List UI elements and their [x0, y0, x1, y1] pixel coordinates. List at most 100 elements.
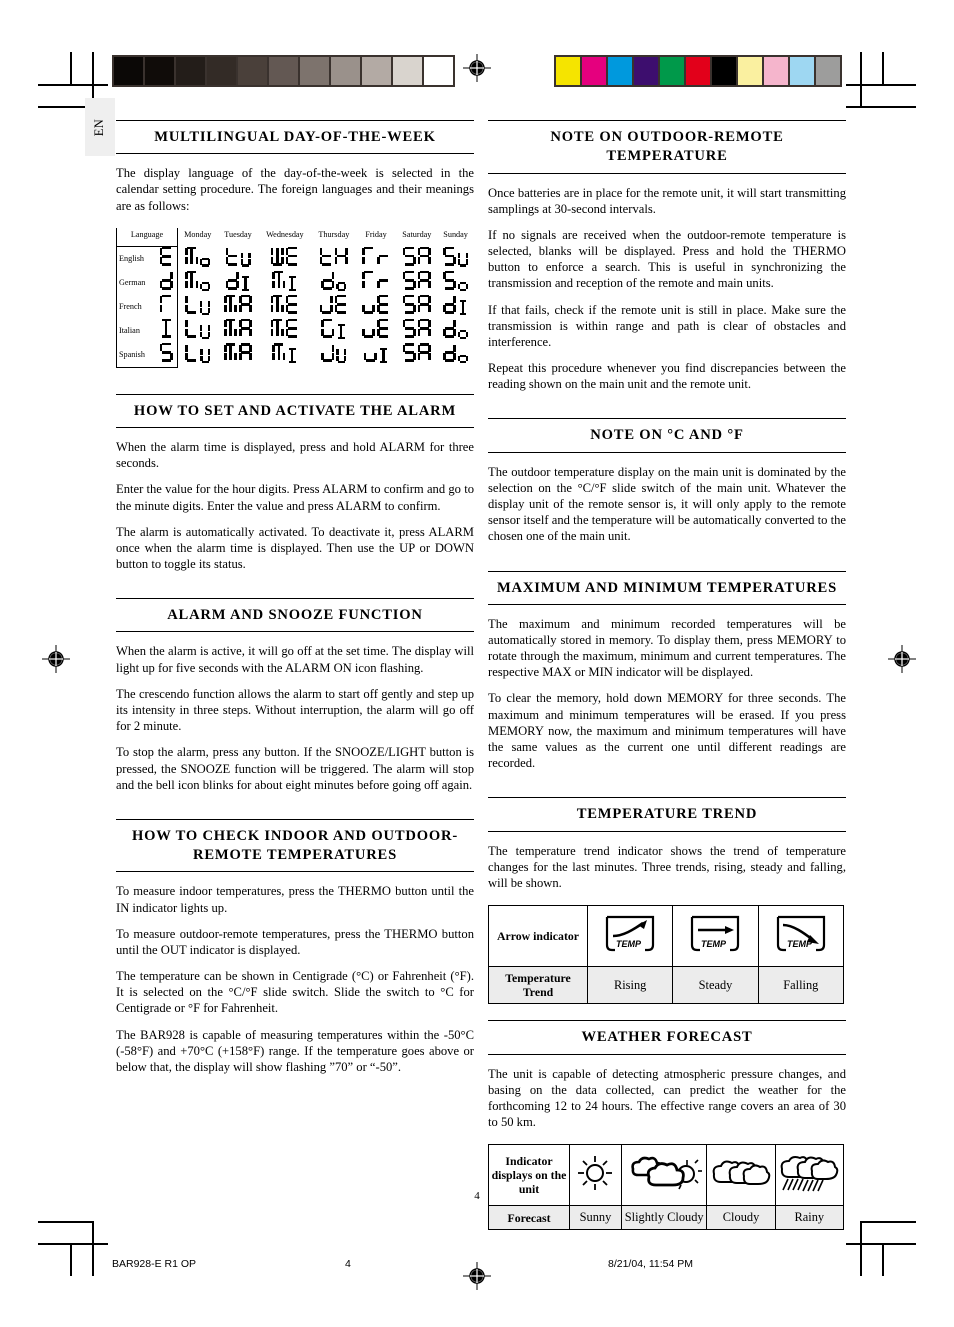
lcd-segment-char [270, 318, 284, 338]
paragraph: The BAR928 is capable of measuring tempe… [116, 1027, 474, 1074]
lcd-day-text [319, 247, 348, 266]
day-abbreviation-cell [356, 246, 396, 271]
lcd-segment-char [458, 324, 469, 339]
gray-swatch [393, 57, 424, 85]
lcd-segment-char [225, 247, 239, 266]
day-abbreviation-cell [396, 318, 438, 343]
section-heading-note-outdoor-remote: NOTE ON OUTDOOR-REMOTE TEMPERATURE [488, 120, 846, 174]
lcd-segment-char [224, 343, 237, 362]
day-abbreviation-cell [356, 343, 396, 368]
lcd-segment-char [160, 318, 173, 338]
trend-row-header: Arrow indicator [488, 905, 588, 968]
lcd-day-text [225, 271, 251, 291]
lcd-day-text [443, 270, 469, 291]
day-abbreviation-cell [218, 318, 258, 343]
registration-mark-bottom [463, 1262, 491, 1290]
color-swatch [608, 57, 634, 85]
day-abbreviation-cell [312, 246, 356, 271]
lcd-day-text [270, 294, 299, 314]
language-tab-label: EN [92, 118, 107, 136]
lcd-day-text [270, 318, 299, 338]
lcd-segment-char [458, 299, 468, 315]
language-name: German [116, 270, 155, 295]
table-row: Forecast Sunny Slightly Cloudy Cloudy Ra… [488, 1205, 845, 1231]
trend-icon-cell: TEMP [757, 905, 845, 968]
footer-timestamp: 8/21/04, 11:54 PM [608, 1258, 694, 1270]
lcd-segment-char [402, 294, 416, 314]
column-header: Tuesday [224, 230, 252, 240]
lcd-segment-char [336, 323, 346, 339]
day-abbreviation-cell [438, 319, 474, 343]
day-abbreviation-cell [312, 343, 356, 368]
language-code-lcd [155, 342, 178, 368]
lcd-segment-char [363, 343, 377, 363]
gray-swatch [207, 57, 238, 85]
language-code-lcd [155, 318, 178, 343]
lcd-segment-char [239, 294, 252, 314]
lcd-day-text [321, 271, 347, 291]
color-swatch [582, 57, 608, 85]
paragraph: The unit is capable of detecting atmosph… [488, 1066, 846, 1130]
day-abbreviation-cell [258, 318, 312, 343]
trend-label: Rising [586, 966, 674, 1005]
gray-swatch [331, 57, 362, 85]
lcd-segment-char [285, 318, 299, 338]
lcd-segment-char [185, 343, 198, 363]
section-heading-alarm-snooze: ALARM AND SNOOZE FUNCTION [116, 598, 474, 633]
section-heading-multilingual: MULTILINGUAL DAY-OF-THE-WEEK [116, 120, 474, 155]
day-abbreviation-cell [178, 270, 218, 295]
day-abbreviation-cell [258, 343, 312, 368]
forecast-label: Sunny [569, 1205, 622, 1231]
color-swatch [816, 57, 840, 85]
color-swatch [556, 57, 582, 85]
arrow-steady-icon: TEMP [688, 914, 742, 958]
gray-swatch [424, 57, 453, 85]
lcd-day-text [185, 270, 211, 291]
day-abbreviation-cell [356, 270, 396, 295]
day-abbreviation-cell [178, 343, 218, 368]
day-abbreviation-cell [258, 270, 312, 295]
lcd-segment-char [417, 318, 431, 338]
paragraph: Once batteries are in place for the remo… [488, 185, 846, 216]
lcd-segment-char [200, 276, 211, 291]
day-abbreviation-cell [438, 295, 474, 319]
day-abbreviation-cell [438, 270, 474, 295]
paragraph: Enter the value for the hour digits. Pre… [116, 482, 474, 513]
trend-label: Falling [757, 966, 845, 1005]
gray-swatch [300, 57, 331, 85]
lcd-day-text [362, 270, 390, 290]
weather-forecast-table: Indicator displays on the unit Forecast … [488, 1144, 845, 1231]
column-header: Monday [184, 230, 212, 240]
gray-swatch [269, 57, 300, 85]
lcd-day-text [321, 318, 346, 339]
day-abbreviation-cell [258, 246, 312, 271]
lcd-segment-char [443, 295, 457, 314]
forecast-row-header: Forecast [488, 1205, 570, 1231]
lcd-day-text [362, 246, 390, 266]
crop-mark-bl-h [38, 1243, 108, 1245]
color-swatch [634, 57, 660, 85]
arrow-rising-icon: TEMP [603, 914, 657, 958]
lcd-segment-char [362, 270, 375, 290]
lcd-segment-char [377, 247, 390, 266]
temperature-trend-table: Arrow indicator TEMP TEMP TEMP Temperatu… [488, 905, 845, 1005]
lcd-day-text [225, 247, 251, 267]
day-abbreviation-cell [178, 319, 218, 343]
color-swatch [764, 57, 790, 85]
color-calibration-bar [554, 55, 842, 87]
forecast-label: Slightly Cloudy [620, 1205, 708, 1231]
crop-mark-bl-h2 [38, 1221, 94, 1223]
table-row: Italian [116, 318, 474, 343]
lcd-day-text [270, 246, 299, 266]
trend-icon-cell: TEMP [672, 905, 759, 968]
color-swatch [712, 57, 738, 85]
lcd-segment-char [377, 318, 390, 338]
lcd-segment-char [159, 246, 173, 266]
page-number: 4 [474, 1190, 480, 1202]
table-row: Temperature Trend Rising Steady Falling [488, 966, 845, 1005]
column-header: Saturday [402, 230, 432, 240]
lcd-segment-char [321, 318, 335, 338]
lcd-segment-char [185, 295, 198, 314]
table-row: Spanish [116, 342, 474, 368]
day-abbreviation-cell [396, 294, 438, 319]
